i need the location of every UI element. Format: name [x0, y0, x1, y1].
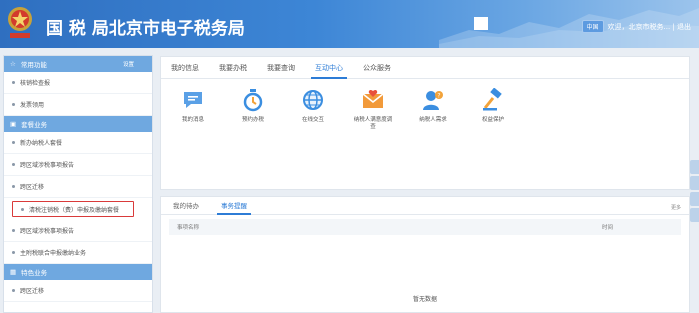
- todo-tabs: 我的待办 事务提醒 更多: [161, 197, 689, 215]
- user-links[interactable]: 欢迎，北京市税务... | 退出: [608, 22, 691, 32]
- icon-label: 权益保护: [481, 117, 504, 123]
- tab-my-info[interactable]: 我的信息: [171, 63, 199, 78]
- sidebar-item[interactable]: 主附税联合申报缴纳业务: [4, 242, 152, 264]
- bullet-icon: [12, 141, 15, 144]
- briefcase-icon: ▣: [10, 120, 17, 128]
- svg-text:?: ?: [437, 93, 440, 100]
- user-question-icon: ?: [420, 87, 446, 113]
- online-interaction-button[interactable]: 在线交互: [293, 87, 333, 131]
- icon-label: 预约办税: [241, 117, 264, 123]
- main-function-panel: 我的信息 我要办税 我要查询 互动中心 公众服务 我的消息 预约办税 在线交互: [160, 56, 690, 190]
- satisfaction-survey-button[interactable]: 纳税人满意度调查: [353, 87, 393, 131]
- tab-tax-filing[interactable]: 我要办税: [219, 63, 247, 78]
- tab-query[interactable]: 我要查询: [267, 63, 295, 78]
- sidebar-section-package[interactable]: ▣ 套餐业务: [4, 116, 152, 132]
- header-placeholder-box: [474, 17, 488, 30]
- tab-interaction-center[interactable]: 互动中心: [311, 63, 347, 79]
- sidebar-item[interactable]: 跨区迁移: [4, 176, 152, 198]
- tab-my-todo[interactable]: 我的待办: [173, 200, 199, 214]
- sidebar-item-label: 跨区迁移: [20, 288, 45, 295]
- tab-public-service[interactable]: 公众服务: [363, 63, 391, 78]
- icon-label: 纳税人满意度调查: [353, 117, 393, 131]
- table-header: 事项名称 时间: [169, 219, 681, 235]
- user-area: 中国 欢迎，北京市税务... | 退出: [581, 20, 691, 33]
- message-icon: [180, 87, 206, 113]
- empty-state-text: 暂无数据: [412, 296, 437, 303]
- sidebar-item-row: 清税注销税（费）申报及缴纳套餐: [4, 198, 152, 220]
- bullet-icon: [12, 251, 15, 254]
- todo-panel: 我的待办 事务提醒 更多 事项名称 时间 暂无数据: [160, 196, 690, 313]
- sidebar-item-label: 新办纳税人套餐: [20, 140, 63, 147]
- taxpayer-needs-button[interactable]: ? 纳税人需求: [413, 87, 453, 131]
- envelope-icon: [360, 87, 386, 113]
- sidebar-section-common[interactable]: ☆ 常用功能 设置: [4, 56, 152, 72]
- float-tab[interactable]: [690, 176, 699, 190]
- site-title: 国 税 局北京市电子税务局: [46, 19, 245, 39]
- icon-label: 在线交互: [301, 117, 324, 123]
- sidebar-item-label: 跨区迁移: [20, 184, 45, 191]
- function-icons-row: 我的消息 预约办税 在线交互 纳税人满意度调查 ? 纳税人需求 权益保护: [173, 87, 513, 131]
- sidebar: ☆ 常用功能 设置 核销检查报 发票领用 ▣ 套餐业务 新办纳税人套餐 跨区域涉…: [3, 55, 153, 313]
- sidebar-item-label: 清税注销税（费）申报及缴纳套餐: [29, 206, 120, 214]
- sidebar-item[interactable]: 发票领用: [4, 94, 152, 116]
- grid-icon: ▦: [10, 268, 17, 276]
- float-tab[interactable]: [690, 192, 699, 206]
- sidebar-section-title: 常用功能: [20, 61, 47, 69]
- gavel-icon: [480, 87, 506, 113]
- bullet-icon: [12, 229, 15, 232]
- column-header-time: 时间: [601, 225, 613, 231]
- main-tabs: 我的信息 我要办税 我要查询 互动中心 公众服务: [161, 57, 689, 79]
- floating-side-tabs: [690, 160, 699, 222]
- sidebar-settings-link[interactable]: 设置: [123, 60, 134, 68]
- sidebar-item-label: 主附税联合申报缴纳业务: [20, 250, 87, 257]
- bullet-icon: [12, 81, 15, 84]
- timer-icon: [240, 87, 266, 113]
- sidebar-item[interactable]: 新办纳税人套餐: [4, 132, 152, 154]
- sidebar-section-title: 套餐业务: [21, 121, 48, 129]
- bullet-icon: [12, 103, 15, 106]
- sidebar-item-label: 发票领用: [20, 102, 45, 109]
- appointment-button[interactable]: 预约办税: [233, 87, 273, 131]
- sidebar-section-title: 特色业务: [21, 269, 48, 277]
- sidebar-item[interactable]: 跨区迁移: [4, 280, 152, 302]
- bullet-icon: [12, 185, 15, 188]
- float-tab[interactable]: [690, 160, 699, 174]
- bullet-icon: [21, 207, 24, 211]
- column-header-item: 事项名称: [177, 225, 200, 231]
- icon-label: 纳税人需求: [419, 117, 447, 123]
- region-pill[interactable]: 中国: [581, 20, 604, 33]
- float-tab[interactable]: [690, 208, 699, 222]
- bullet-icon: [12, 289, 15, 292]
- bullet-icon: [12, 163, 15, 166]
- star-icon: ☆: [10, 60, 16, 68]
- more-link[interactable]: 更多: [671, 204, 681, 211]
- sidebar-item-label: 核销检查报: [20, 80, 51, 87]
- rights-protection-button[interactable]: 权益保护: [473, 87, 513, 131]
- sidebar-item-label: 跨区域涉税事项报告: [20, 228, 75, 235]
- sidebar-item-label: 跨区域涉税事项报告: [20, 162, 75, 169]
- sidebar-item-deregistration-highlighted[interactable]: 清税注销税（费）申报及缴纳套餐: [12, 201, 134, 217]
- my-messages-button[interactable]: 我的消息: [173, 87, 213, 131]
- sidebar-item[interactable]: 核销检查报: [4, 72, 152, 94]
- sidebar-item[interactable]: 跨区域涉税事项报告: [4, 220, 152, 242]
- icon-label: 我的消息: [181, 117, 204, 123]
- sidebar-item[interactable]: 跨区域涉税事项报告: [4, 154, 152, 176]
- sidebar-section-special[interactable]: ▦ 特色业务: [4, 264, 152, 280]
- globe-icon: [300, 87, 326, 113]
- top-header: 国 税 局北京市电子税务局 中国 欢迎，北京市税务... | 退出: [0, 0, 699, 48]
- tab-reminders[interactable]: 事务提醒: [217, 200, 251, 215]
- tax-emblem-logo: [8, 7, 32, 38]
